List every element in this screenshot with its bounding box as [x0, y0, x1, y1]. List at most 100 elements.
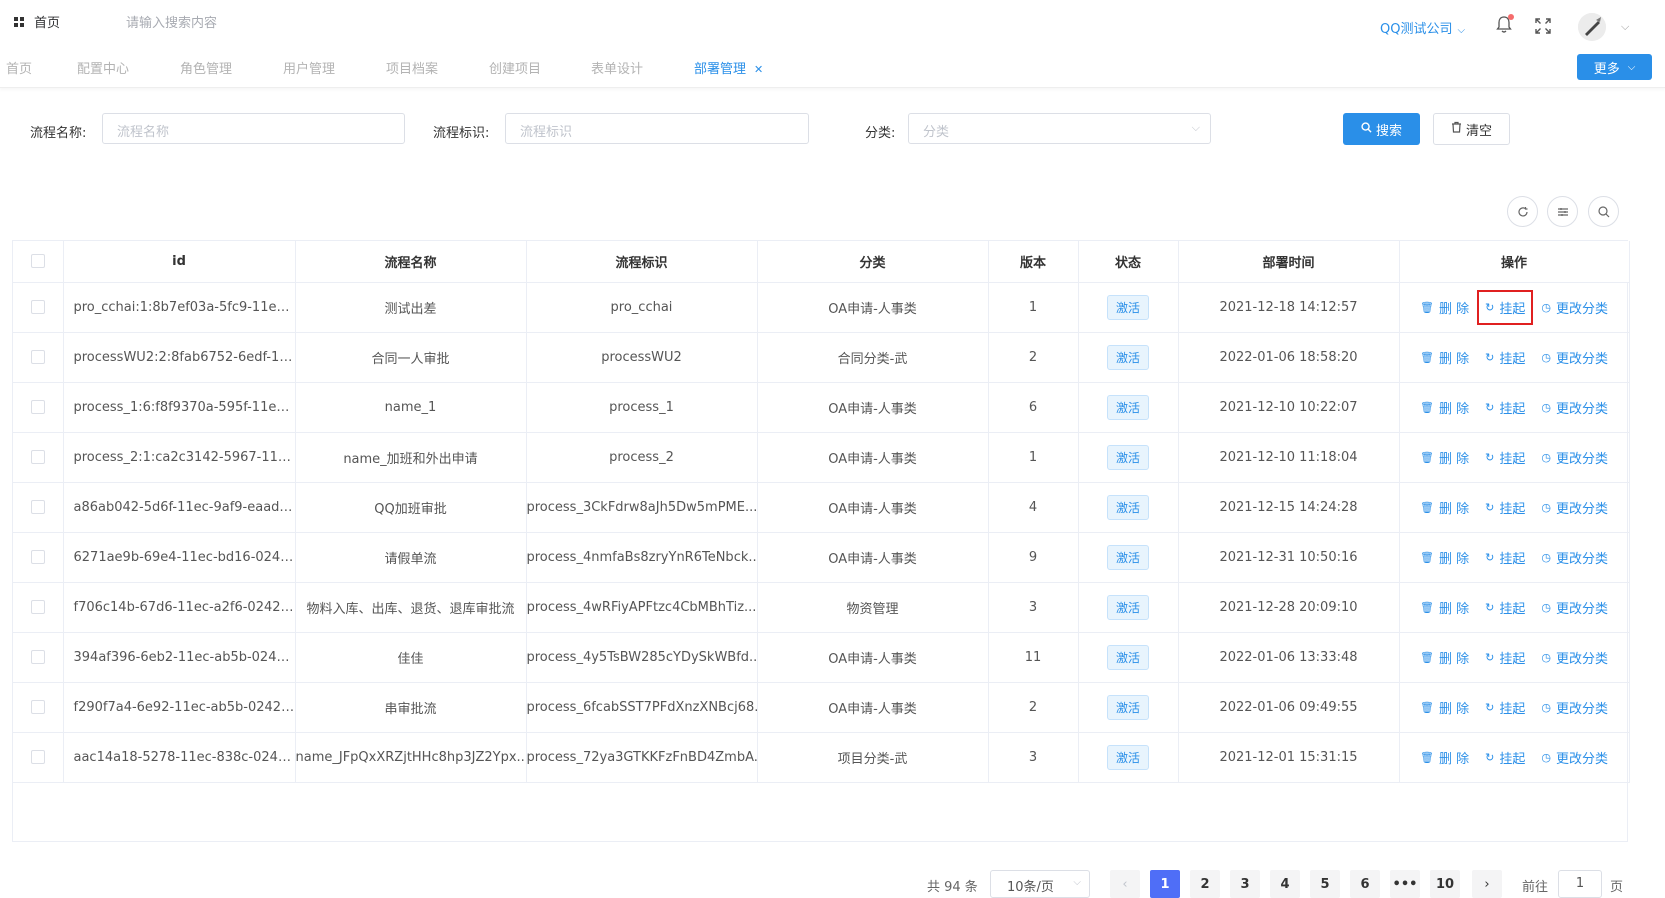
user-menu-chevron-icon[interactable]: ⌵ [1621, 20, 1629, 34]
row-checkbox[interactable] [13, 682, 64, 733]
select-all-checkbox[interactable] [13, 241, 64, 283]
row-checkbox[interactable] [13, 282, 64, 333]
change-category-button[interactable]: ◷ 更改分类 [1541, 698, 1608, 717]
page-button[interactable]: 2 [1190, 870, 1220, 898]
more-pages-button[interactable]: ••• [1390, 870, 1420, 898]
delete-button[interactable]: 🗑 删 除 [1420, 448, 1469, 467]
tab-user-management[interactable]: 用户管理 [283, 58, 335, 77]
change-category-button[interactable]: ◷ 更改分类 [1541, 748, 1608, 767]
row-checkbox[interactable] [13, 732, 64, 783]
cell-category: OA申请-人事类 [757, 632, 989, 683]
delete-label: 删 除 [1438, 601, 1470, 617]
fullscreen-icon[interactable] [1535, 18, 1551, 34]
row-checkbox[interactable] [13, 582, 64, 633]
page-size-select[interactable]: 10条/页 ⌵ [990, 870, 1090, 898]
tab-role-management[interactable]: 角色管理 [180, 58, 232, 77]
row-checkbox[interactable] [13, 382, 64, 433]
change-category-button[interactable]: ◷ 更改分类 [1541, 298, 1608, 317]
change-category-button[interactable]: ◷ 更改分类 [1541, 348, 1608, 367]
home-menu[interactable]: 首页 [14, 12, 60, 31]
change-category-button[interactable]: ◷ 更改分类 [1541, 548, 1608, 567]
category-select[interactable]: 分类 ⌵ [908, 113, 1211, 144]
refresh-icon: ↻ [1485, 550, 1495, 564]
page-button[interactable]: 1 [1150, 870, 1180, 898]
delete-button[interactable]: 🗑 删 除 [1420, 748, 1469, 767]
cell-id: f290f7a4-6e92-11ec-ab5b-0242ac... [63, 682, 296, 733]
tab-project-archive[interactable]: 项目档案 [386, 58, 438, 77]
row-checkbox[interactable] [13, 482, 64, 533]
page-button[interactable]: 3 [1230, 870, 1260, 898]
search-button[interactable]: 搜索 [1343, 113, 1420, 145]
delete-button[interactable]: 🗑 删 除 [1420, 598, 1469, 617]
table-search-icon[interactable] [1588, 196, 1619, 227]
trash-icon: 🗑 [1420, 350, 1434, 364]
prev-page-button[interactable]: ‹ [1110, 870, 1140, 898]
notification-bell-icon[interactable] [1496, 14, 1514, 34]
suspend-button[interactable]: ↻ 挂起 [1485, 698, 1525, 717]
row-checkbox[interactable] [13, 432, 64, 483]
column-settings-icon[interactable] [1547, 196, 1578, 227]
total-count: 共 94 条 [927, 880, 978, 895]
suspend-button[interactable]: ↻ 挂起 [1485, 348, 1525, 367]
cell-version: 2 [988, 332, 1079, 383]
change-category-button[interactable]: ◷ 更改分类 [1541, 598, 1608, 617]
change-category-button[interactable]: ◷ 更改分类 [1541, 448, 1608, 467]
cell-process-key: process_4y5TsBW285cYDySkWBfd... [526, 632, 758, 683]
delete-button[interactable]: 🗑 删 除 [1420, 698, 1469, 717]
tab-form-design[interactable]: 表单设计 [591, 58, 643, 77]
tab-create-project[interactable]: 创建项目 [489, 58, 541, 77]
delete-button[interactable]: 🗑 删 除 [1420, 548, 1469, 567]
header-process-key: 流程标识 [526, 241, 758, 283]
tab-deploy-management[interactable]: 部署管理 ✕ [694, 58, 763, 77]
change-category-button[interactable]: ◷ 更改分类 [1541, 648, 1608, 667]
user-avatar[interactable] [1578, 13, 1606, 41]
suspend-button[interactable]: ↻ 挂起 [1485, 598, 1525, 617]
cell-actions: 🗑 删 除 ↻ 挂起 ◷ 更改分类 [1399, 332, 1630, 383]
cell-actions: 🗑 删 除 ↻ 挂起 ◷ 更改分类 [1399, 482, 1630, 533]
trash-icon [1451, 121, 1462, 137]
cell-status: 激活 [1078, 382, 1179, 433]
clock-icon: ◷ [1541, 600, 1551, 614]
cell-status: 激活 [1078, 332, 1179, 383]
company-switcher[interactable]: QQ测试公司 ⌵ [1380, 18, 1465, 37]
change-category-label: 更改分类 [1555, 601, 1608, 617]
row-checkbox[interactable] [13, 332, 64, 383]
more-tabs-button[interactable]: 更多 ⌵ [1577, 54, 1652, 80]
delete-button[interactable]: 🗑 删 除 [1420, 398, 1469, 417]
row-checkbox[interactable] [13, 532, 64, 583]
tab-config-center[interactable]: 配置中心 [77, 58, 129, 77]
suspend-button[interactable]: ↻ 挂起 [1485, 548, 1525, 567]
page-button[interactable]: 10 [1430, 870, 1460, 898]
change-category-button[interactable]: ◷ 更改分类 [1541, 398, 1608, 417]
delete-button[interactable]: 🗑 删 除 [1420, 498, 1469, 517]
goto-page-input[interactable]: 1 [1558, 870, 1602, 898]
cell-id: 394af396-6eb2-11ec-ab5b-0242ac... [63, 632, 296, 683]
change-category-button[interactable]: ◷ 更改分类 [1541, 498, 1608, 517]
page-button[interactable]: 4 [1270, 870, 1300, 898]
refresh-icon[interactable] [1507, 196, 1538, 227]
suspend-button[interactable]: ↻ 挂起 [1485, 398, 1525, 417]
cell-id: processWU2:2:8fab6752-6edf-11e... [63, 332, 296, 383]
row-checkbox[interactable] [13, 632, 64, 683]
delete-button[interactable]: 🗑 删 除 [1420, 298, 1469, 317]
next-page-button[interactable]: › [1472, 870, 1502, 898]
suspend-button[interactable]: ↻ 挂起 [1485, 448, 1525, 467]
process-name-label: 流程名称: [30, 126, 87, 141]
clear-button[interactable]: 清空 [1433, 113, 1510, 145]
page-button[interactable]: 6 [1350, 870, 1380, 898]
tab-home[interactable]: 首页 [6, 58, 32, 77]
process-key-input[interactable]: 流程标识 [505, 113, 809, 144]
close-tab-icon[interactable]: ✕ [754, 63, 763, 76]
delete-button[interactable]: 🗑 删 除 [1420, 348, 1469, 367]
global-search-input[interactable]: 请输入搜索内容 [126, 12, 217, 31]
page-button[interactable]: 5 [1310, 870, 1340, 898]
cell-id: process_2:1:ca2c3142-5967-11ec-... [63, 432, 296, 483]
suspend-button[interactable]: ↻ 挂起 [1485, 748, 1525, 767]
suspend-button[interactable]: ↻ 挂起 [1485, 648, 1525, 667]
suspend-button[interactable]: ↻ 挂起 [1485, 498, 1525, 517]
suspend-button[interactable]: ↻ 挂起 [1477, 289, 1534, 325]
process-name-input[interactable]: 流程名称 [102, 113, 405, 144]
cell-process-name: name_加班和外出申请 [295, 432, 527, 483]
delete-button[interactable]: 🗑 删 除 [1420, 648, 1469, 667]
cell-actions: 🗑 删 除 ↻ 挂起 ◷ 更改分类 [1399, 282, 1630, 333]
